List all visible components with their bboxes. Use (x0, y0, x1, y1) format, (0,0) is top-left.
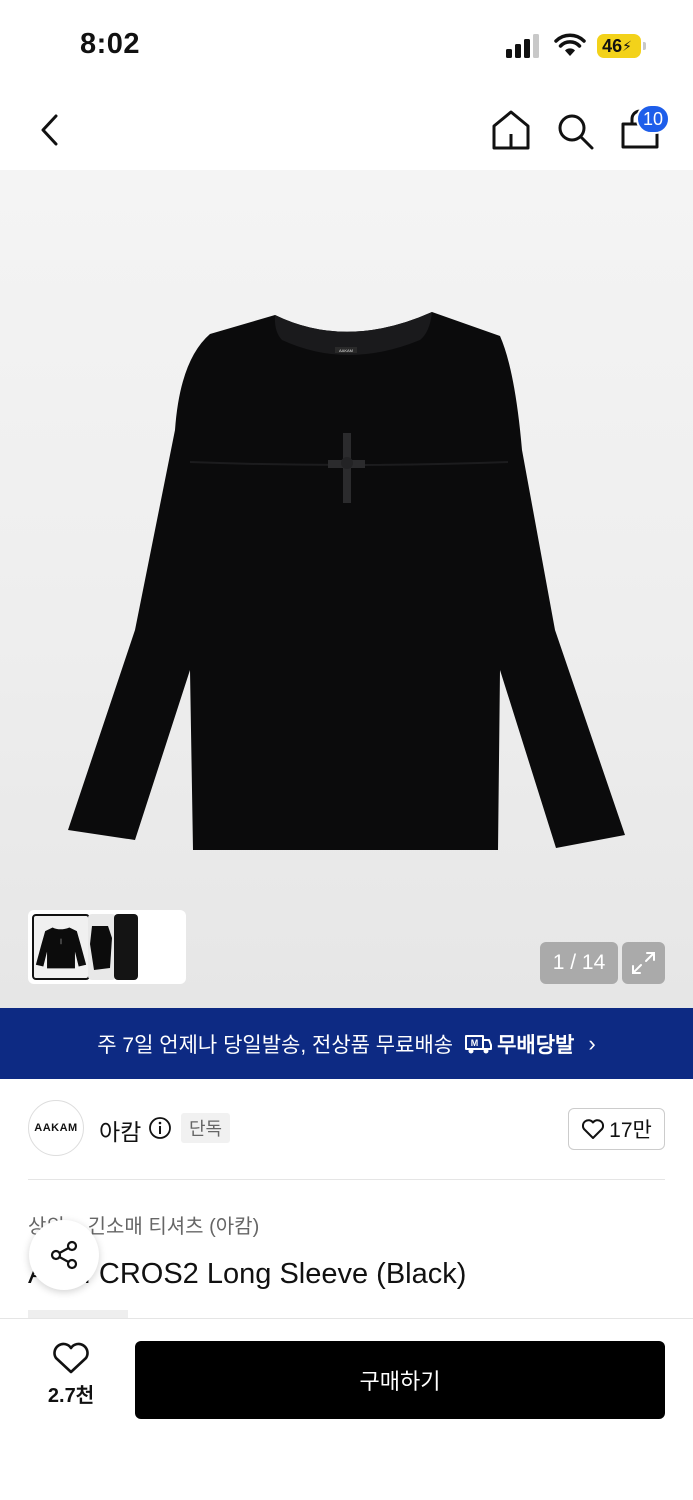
thumbnail-2[interactable] (88, 914, 116, 980)
thumbnail-1-image (35, 927, 87, 969)
status-time: 8:02 (80, 28, 141, 60)
heart-icon (582, 1119, 605, 1139)
status-bar: 8:02 46 ⚡ (0, 0, 693, 90)
delivery-truck-icon: M (465, 1034, 493, 1053)
top-nav (0, 90, 693, 170)
share-icon (50, 1240, 78, 1270)
battery-tip (643, 42, 646, 50)
search-icon[interactable] (554, 108, 596, 152)
brand-like-button[interactable]: 17만 (568, 1108, 665, 1150)
product-image-gallery[interactable]: AAKAM 1 / 14 (0, 170, 693, 1008)
promo-badge-label: 무배당발 (497, 1033, 575, 1057)
buy-button[interactable]: 구매하기 (135, 1341, 665, 1419)
delivery-promo-banner[interactable]: 주 7일 언제나 당일발송, 전상품 무료배송 M 무배당발 › (0, 1008, 693, 1079)
back-arrow-icon[interactable] (34, 110, 68, 150)
thumbnail-2-image (90, 926, 112, 970)
brand-logo[interactable]: AAKAM (28, 1100, 84, 1156)
thumbnail-3[interactable] (114, 914, 138, 980)
divider (28, 1179, 665, 1180)
image-page-indicator: 1 / 14 (540, 942, 618, 984)
shirt-label-text: AAKAM (339, 348, 353, 353)
promo-badge: M 무배당발 (463, 1029, 574, 1059)
thumbnail-strip (28, 910, 186, 984)
bottom-action-bar: 2.7천 구매하기 (0, 1318, 693, 1500)
promo-text: 주 7일 언제나 당일발송, 전상품 무료배송 (97, 1033, 454, 1057)
brand-name[interactable]: 아캄 (99, 1113, 141, 1147)
brand-like-count: 17만 (609, 1119, 652, 1142)
battery-indicator: 46 ⚡ (597, 34, 641, 58)
home-icon[interactable] (490, 108, 532, 152)
brand-row: AAKAM 아캄 단독 17만 (0, 1079, 693, 1179)
share-button[interactable] (29, 1220, 99, 1290)
wifi-icon (554, 33, 586, 56)
info-icon[interactable] (148, 1116, 172, 1140)
cellular-signal-icon (506, 34, 542, 58)
battery-level: 46 (602, 35, 623, 56)
svg-text:M: M (471, 1038, 479, 1048)
exclusive-badge: 단독 (181, 1113, 231, 1143)
wishlist-button[interactable]: 2.7천 (30, 1341, 112, 1419)
fullscreen-button[interactable] (622, 942, 665, 984)
thumbnail-1[interactable] (32, 914, 90, 980)
expand-icon (632, 952, 655, 974)
cart-count-badge[interactable]: 10 (636, 104, 670, 134)
wishlist-count: 2.7천 (47, 1385, 95, 1407)
chevron-right-icon: › (588, 1030, 596, 1056)
heart-icon (53, 1342, 89, 1374)
product-image: AAKAM (68, 312, 625, 850)
